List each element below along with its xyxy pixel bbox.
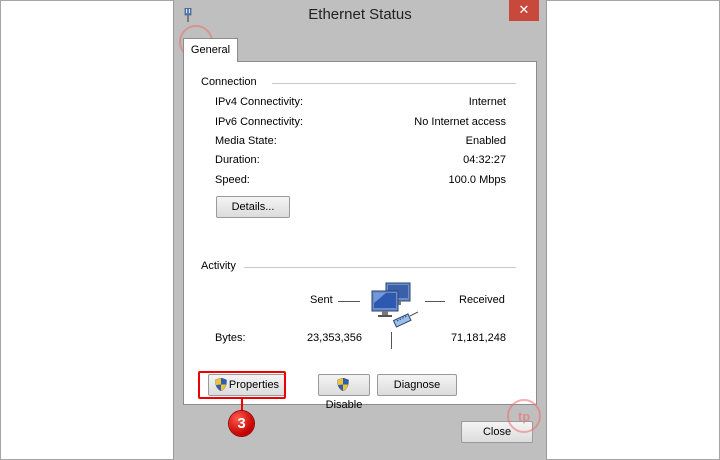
duration-label: Duration: — [215, 154, 260, 166]
speed-label: Speed: — [215, 174, 250, 186]
speed-value: 100.0 Mbps — [448, 174, 506, 186]
close-window-button[interactable]: ✕ — [509, 0, 539, 21]
ipv6-value: No Internet access — [414, 116, 506, 128]
media-state-label: Media State: — [215, 135, 277, 147]
sent-label: Sent — [310, 294, 333, 306]
tab-general[interactable]: General — [183, 38, 238, 62]
title-bar[interactable]: Ethernet Status ✕ — [174, 0, 546, 32]
disable-label: Disable — [325, 399, 363, 411]
received-connector-line — [425, 301, 445, 302]
watermark-logo-icon: tp — [507, 399, 541, 433]
ipv4-value: Internet — [468, 96, 506, 108]
disable-button[interactable]: Disable — [318, 374, 370, 411]
ipv6-label: IPv6 Connectivity: — [215, 116, 304, 128]
activity-group-divider — [244, 267, 516, 268]
duration-value: 04:32:27 — [463, 154, 506, 166]
network-computers-icon — [371, 282, 419, 328]
bytes-sent-value: 23,353,356 — [306, 332, 362, 344]
properties-highlight-box — [198, 371, 286, 399]
details-button[interactable]: Details... — [216, 196, 290, 218]
svg-text:tp: tp — [518, 409, 530, 424]
bytes-label: Bytes: — [215, 332, 246, 344]
bytes-divider — [391, 332, 392, 349]
bytes-received-value: 71,181,248 — [450, 332, 506, 344]
general-tab-panel: Connection IPv4 Connectivity: Internet I… — [183, 61, 537, 411]
uac-shield-icon — [337, 377, 349, 391]
media-state-value: Enabled — [465, 135, 506, 147]
connection-group-label: Connection — [201, 76, 257, 88]
received-label: Received — [459, 294, 505, 306]
window-title: Ethernet Status — [308, 6, 412, 23]
step-number-badge: 3 — [229, 411, 254, 436]
connection-group-divider — [272, 83, 516, 84]
sent-connector-line — [338, 301, 360, 302]
diagnose-button[interactable]: Diagnose — [377, 374, 457, 396]
activity-group-label: Activity — [201, 260, 236, 272]
ipv4-label: IPv4 Connectivity: — [215, 96, 304, 108]
